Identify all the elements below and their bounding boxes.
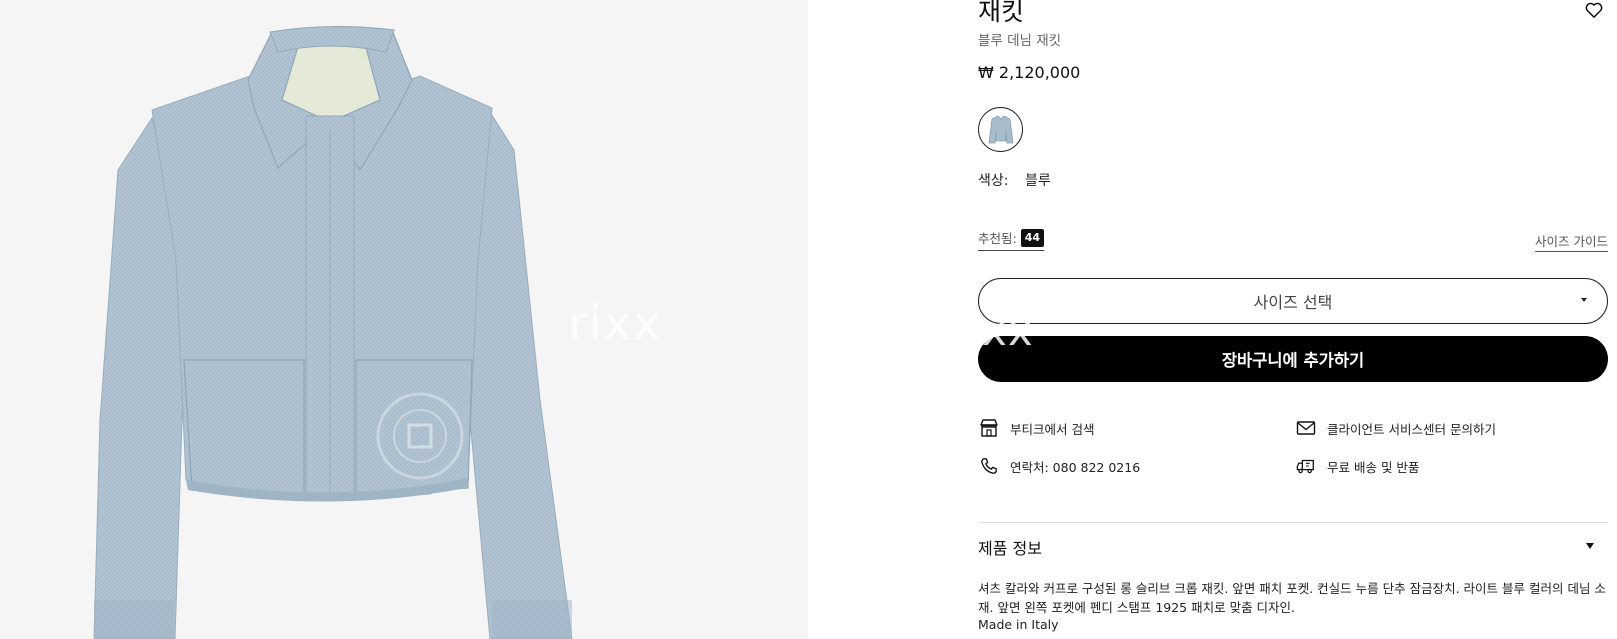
caret-down-icon	[1581, 298, 1587, 302]
size-guide-link[interactable]: 사이즈 가이드	[1535, 231, 1608, 252]
product-details: 재킷 블루 데님 재킷 ₩ 2,120,000 색상: 블루 추천됨: 44 사…	[978, 0, 1608, 639]
product-image[interactable]: rixx	[0, 0, 808, 639]
recommended-size[interactable]: 추천됨: 44	[978, 228, 1045, 251]
phone-contact-label: 연락처: 080 822 0216	[1010, 459, 1141, 475]
free-shipping-returns-link[interactable]: 무료 배송 및 반품	[1295, 455, 1419, 477]
heart-icon	[1585, 2, 1603, 18]
contact-client-service-link[interactable]: 클라이언트 서비스센터 문의하기	[1295, 417, 1496, 439]
contact-client-service-label: 클라이언트 서비스센터 문의하기	[1327, 421, 1496, 437]
phone-contact-link[interactable]: 연락처: 080 822 0216	[978, 455, 1140, 477]
color-swatch[interactable]	[978, 107, 1023, 152]
truck-icon	[1295, 455, 1317, 477]
recommended-size-badge: 44	[1020, 228, 1045, 247]
image-watermark: rixx	[568, 296, 662, 352]
color-value: 블루	[1024, 173, 1051, 189]
size-select-dropdown[interactable]: 사이즈 선택	[978, 278, 1608, 324]
denim-jacket-illustration	[93, 25, 573, 639]
product-title: 재킷	[978, 0, 1025, 26]
caret-down-icon[interactable]	[1586, 543, 1594, 549]
mail-icon	[1295, 417, 1317, 439]
color-label: 색상:	[978, 173, 1009, 189]
find-in-boutique-link[interactable]: 부티크에서 검색	[978, 417, 1094, 439]
find-in-boutique-label: 부티크에서 검색	[1010, 421, 1095, 437]
recommended-label: 추천됨:	[978, 231, 1017, 246]
store-icon	[978, 417, 1000, 439]
made-in-label: Made in Italy	[978, 617, 1059, 632]
product-price: ₩ 2,120,000	[978, 63, 1081, 82]
jacket-thumbnail-icon	[988, 115, 1013, 143]
product-subtitle: 블루 데님 재킷	[978, 33, 1062, 49]
free-shipping-returns-label: 무료 배송 및 반품	[1327, 459, 1420, 475]
add-to-cart-button[interactable]: 장바구니에 추가하기	[978, 336, 1608, 382]
overlay-watermark: xx	[982, 306, 1034, 355]
product-page: rixx xx 재킷 블루 데님 재킷 ₩ 2,120,000 색상: 블루 추…	[0, 0, 1617, 639]
product-description: 셔츠 칼라와 커프로 구성된 롱 슬리브 크롭 재킷. 앞면 패치 포켓. 컨실…	[978, 581, 1606, 615]
wishlist-button[interactable]	[1583, 0, 1605, 20]
phone-icon	[978, 455, 1000, 477]
size-select-label: 사이즈 선택	[1253, 293, 1333, 312]
color-info: 색상: 블루	[978, 170, 1051, 190]
product-info-heading[interactable]: 제품 정보	[978, 535, 1042, 559]
section-divider	[978, 522, 1608, 523]
